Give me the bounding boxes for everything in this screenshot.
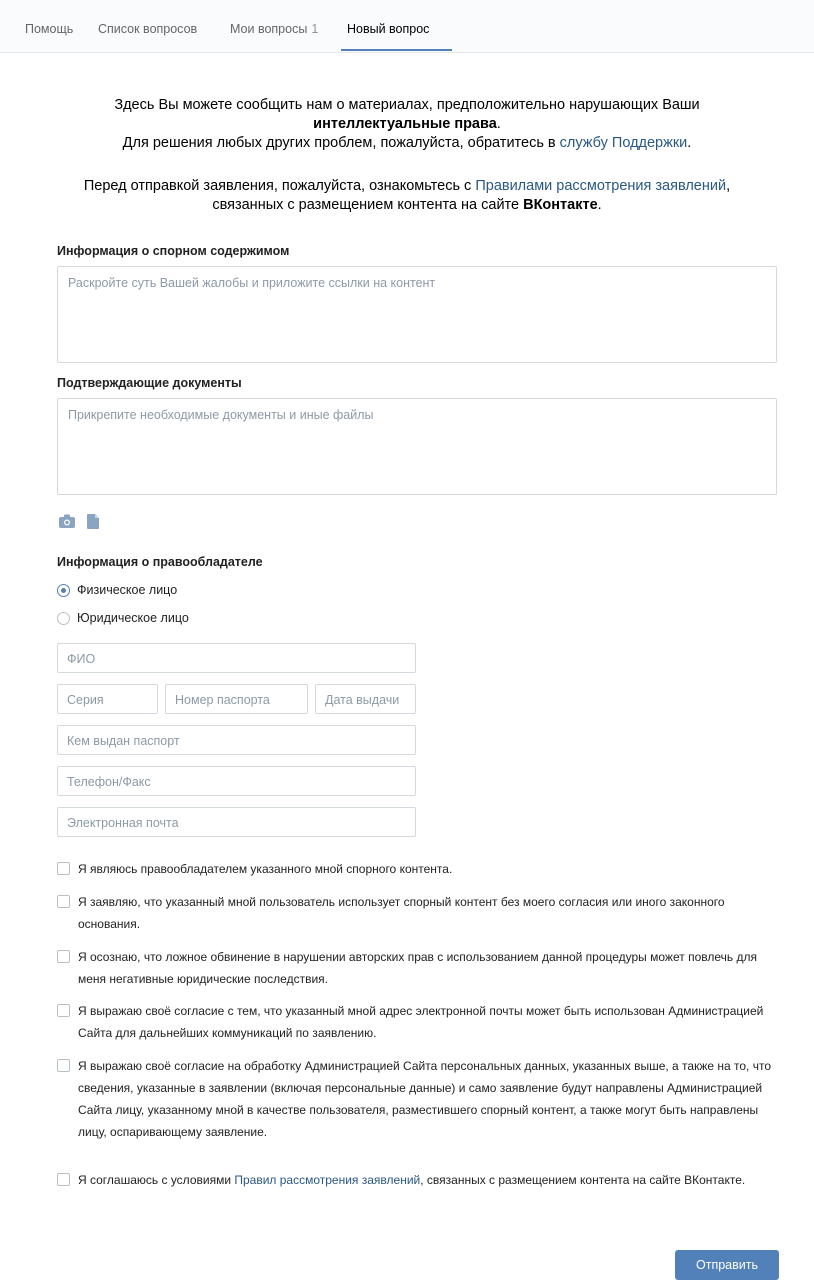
agreement-owner[interactable]: Я являюсь правообладателем указанного мн… [57,858,777,880]
intro-text-4: связанных с размещением контента на сайт… [212,197,524,213]
tab-question-list[interactable]: Список вопросов [98,22,197,36]
checkbox[interactable] [57,1004,70,1017]
agreement-text: Я выражаю своё согласие на обработку Адм… [78,1059,771,1139]
name-input[interactable]: ФИО [57,643,416,673]
radio-button[interactable] [57,612,70,625]
active-tab-indicator [341,49,452,51]
agreement-false-accusation[interactable]: Я осознаю, что ложное обвинение в наруше… [57,946,777,990]
documents-section-title: Подтверждающие документы [57,376,242,390]
passport-number-input[interactable]: Номер паспорта [165,684,308,714]
agreement-text: Я заявляю, что указанный мной пользовате… [78,895,725,931]
radio-label: Юридическое лицо [77,611,189,625]
phone-input[interactable]: Телефон/Факс [57,766,416,796]
radio-label: Физическое лицо [77,583,178,597]
tab-bar: Помощь Список вопросов Мои вопросы 1 Новы… [0,0,814,53]
agreement-text-pre: Я соглашаюсь с условиями [78,1173,235,1187]
issued-by-input[interactable]: Кем выдан паспорт [57,725,416,755]
intro-line-1b: интеллектуальные права. [0,115,814,135]
agreement-text-post: , связанных с размещением контента на са… [420,1173,746,1187]
intro-dot-4: . [597,197,602,213]
agreement-text: Я выражаю своё согласие с тем, что указа… [78,1004,764,1040]
intro-bold-rights: интеллектуальные права [313,116,497,132]
agreement-text: Я осознаю, что ложное обвинение в наруше… [78,950,757,986]
intro-line-2: Для решения любых других проблем, пожалу… [0,134,814,154]
content-section-title: Информация о спорном содержимом [57,244,290,258]
intro-text-3: Перед отправкой заявления, пожалуйста, о… [83,178,476,194]
intro-dot-2: . [687,135,692,151]
content-description-textarea[interactable]: Раскройте суть Вашей жалобы и приложите … [57,266,777,363]
checkbox[interactable] [57,895,70,908]
agreement-email-consent[interactable]: Я выражаю своё согласие с тем, что указа… [57,1000,777,1044]
rules-link[interactable]: Правилами рассмотрения заявлений [475,178,726,194]
intro-text-2: Для решения любых других проблем, пожалу… [122,135,560,151]
agreement-text: Я соглашаюсь с условиями Правил рассмотр… [78,1169,777,1191]
intro-dot-1: . [496,116,501,132]
camera-icon[interactable] [59,514,75,533]
agreement-text: Я являюсь правообладателем указанного мн… [78,862,453,876]
agreement-no-consent[interactable]: Я заявляю, что указанный мной пользовате… [57,891,777,935]
owner-section-title: Информация о правообладателе [57,555,263,569]
rules-link-2[interactable]: Правил рассмотрения заявлений [234,1173,420,1187]
documents-textarea[interactable]: Прикрепите необходимые документы и иные … [57,398,777,495]
email-input[interactable]: Электронная почта [57,807,416,837]
checkbox[interactable] [57,1173,70,1186]
intro-comma-3: , [726,178,731,194]
intro-bold-vk: ВКонтакте [523,197,598,213]
passport-series-input[interactable]: Серия [57,684,158,714]
tab-my-questions-label: Мои вопросы [230,22,308,36]
tab-my-questions[interactable]: Мои вопросы 1 [230,22,318,36]
support-link[interactable]: службу Поддержки [560,135,688,151]
agreement-personal-data[interactable]: Я выражаю своё согласие на обработку Адм… [57,1055,777,1143]
checkbox[interactable] [57,1059,70,1072]
tab-my-questions-count: 1 [311,22,319,36]
checkbox[interactable] [57,950,70,963]
issue-date-input[interactable]: Дата выдачи [315,684,416,714]
document-icon[interactable] [87,514,99,534]
tab-new-question[interactable]: Новый вопрос [347,22,429,36]
intro-text-1: Здесь Вы можете сообщить нам о материала… [114,97,700,113]
radio-button[interactable] [57,584,70,597]
agreement-rules[interactable]: Я соглашаюсь с условиями Правил рассмотр… [57,1169,777,1191]
intro-line-4: связанных с размещением контента на сайт… [0,196,814,216]
tab-help[interactable]: Помощь [25,22,73,36]
intro-line-1: Здесь Вы можете сообщить нам о материала… [0,96,814,116]
checkbox[interactable] [57,862,70,875]
intro-line-3: Перед отправкой заявления, пожалуйста, о… [0,177,814,197]
